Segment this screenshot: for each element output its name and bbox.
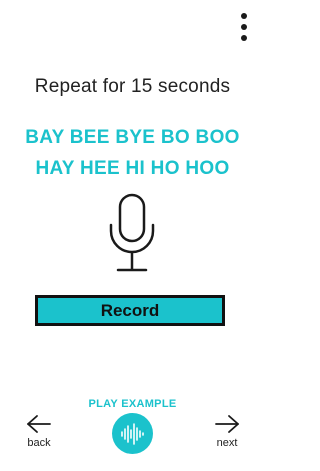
next-label: next — [216, 437, 238, 449]
back-button[interactable]: back — [19, 414, 59, 459]
microphone-icon — [109, 193, 155, 272]
next-button[interactable]: next — [207, 414, 247, 459]
instruction-text: Repeat for 15 seconds — [34, 76, 231, 97]
arrow-right-icon — [215, 415, 239, 433]
back-label: back — [27, 437, 51, 449]
play-example-button[interactable] — [112, 413, 153, 454]
menu-dot — [241, 35, 247, 41]
record-button[interactable]: Record — [35, 295, 225, 326]
menu-dot — [241, 13, 247, 19]
overflow-menu-button[interactable] — [237, 13, 251, 41]
phrase-line-2: HAY HEE HI HO HOO — [35, 158, 230, 179]
play-example-label[interactable]: PLAY EXAMPLE — [0, 398, 265, 410]
menu-dot — [241, 24, 247, 30]
waveform-icon — [120, 422, 144, 445]
phrase-line-1: BAY BEE BYE BO BOO — [25, 127, 240, 148]
arrow-left-icon — [27, 415, 51, 433]
